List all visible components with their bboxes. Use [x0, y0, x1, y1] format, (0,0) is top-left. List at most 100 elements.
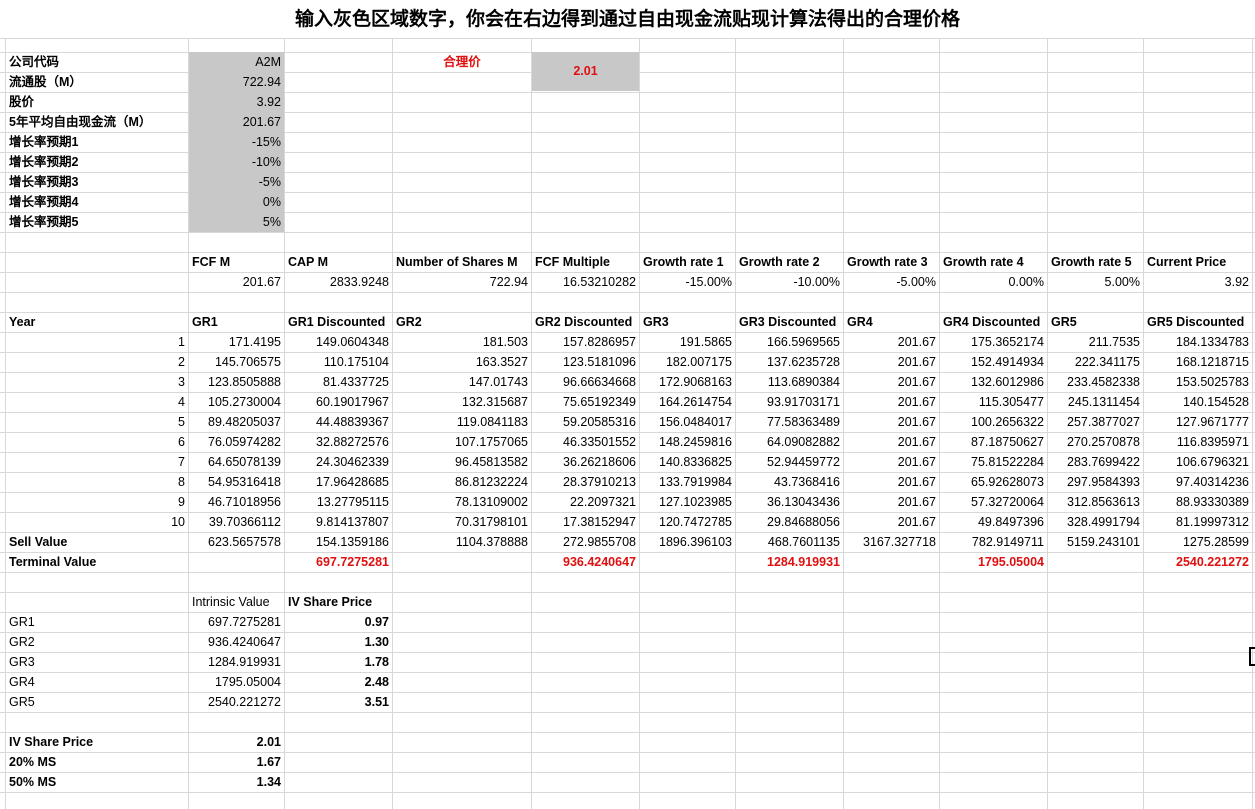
projection-value[interactable]: 123.8505888 [189, 372, 284, 392]
projection-value[interactable]: 100.2656322 [940, 412, 1047, 432]
projection-header[interactable]: GR4 Discounted [940, 312, 1047, 332]
projection-value[interactable]: 17.38152947 [532, 512, 639, 532]
projection-value[interactable]: 201.67 [844, 472, 939, 492]
projection-value[interactable]: 132.315687 [393, 392, 531, 412]
iv-share-price[interactable]: 3.51 [285, 692, 392, 712]
terminal-value[interactable]: 697.7275281 [285, 552, 392, 572]
projection-value[interactable]: 54.95316418 [189, 472, 284, 492]
summary-header[interactable]: Growth rate 5 [1048, 252, 1143, 272]
summary-value[interactable]: 16.53210282 [532, 272, 639, 292]
projection-value[interactable]: 132.6012986 [940, 372, 1047, 392]
projection-value[interactable]: 140.154528 [1144, 392, 1252, 412]
intrinsic-value[interactable]: 2540.221272 [189, 692, 284, 712]
projection-value[interactable]: 181.503 [393, 332, 531, 352]
projection-header[interactable]: GR5 [1048, 312, 1143, 332]
projection-value[interactable]: 32.88272576 [285, 432, 392, 452]
projection-value[interactable]: 175.3652174 [940, 332, 1047, 352]
fair-price-label[interactable]: 合理价 [393, 52, 531, 91]
projection-value[interactable]: 76.05974282 [189, 432, 284, 452]
summary-header[interactable]: Current Price [1144, 252, 1252, 272]
projection-value[interactable]: 87.18750627 [940, 432, 1047, 452]
intrinsic-header[interactable]: IV Share Price [285, 592, 392, 612]
year-cell[interactable]: 3 [6, 372, 188, 392]
intrinsic-value[interactable]: 1284.919931 [189, 652, 284, 672]
projection-value[interactable]: 184.1334783 [1144, 332, 1252, 352]
intrinsic-header[interactable]: Intrinsic Value [189, 592, 284, 612]
input-label[interactable]: 5年平均自由现金流（M） [6, 112, 188, 132]
input-value-cell[interactable]: -15% [189, 132, 284, 152]
intrinsic-row-label[interactable]: GR2 [6, 632, 188, 652]
projection-value[interactable]: 59.20585316 [532, 412, 639, 432]
projection-value[interactable]: 75.65192349 [532, 392, 639, 412]
input-value-cell[interactable]: 722.94 [189, 72, 284, 92]
summary-value[interactable]: 201.67 [189, 272, 284, 292]
terminal-value[interactable]: 2540.221272 [1144, 552, 1252, 572]
projection-value[interactable]: 49.8497396 [940, 512, 1047, 532]
projection-value[interactable]: 39.70366112 [189, 512, 284, 532]
input-label[interactable]: 公司代码 [6, 52, 188, 72]
projection-value[interactable]: 52.94459772 [736, 452, 843, 472]
projection-value[interactable]: 201.67 [844, 432, 939, 452]
summary-header[interactable]: FCF M [189, 252, 284, 272]
sell-value[interactable]: 1896.396103 [640, 532, 735, 552]
input-label[interactable]: 增长率预期4 [6, 192, 188, 212]
input-label[interactable]: 增长率预期3 [6, 172, 188, 192]
input-value-cell[interactable]: -5% [189, 172, 284, 192]
projection-value[interactable]: 22.2097321 [532, 492, 639, 512]
fair-price-value[interactable]: 2.01 [532, 52, 639, 91]
projection-value[interactable]: 168.1218715 [1144, 352, 1252, 372]
input-label[interactable]: 增长率预期5 [6, 212, 188, 232]
input-label[interactable]: 增长率预期2 [6, 152, 188, 172]
projection-value[interactable]: 163.3527 [393, 352, 531, 372]
projection-value[interactable]: 149.0604348 [285, 332, 392, 352]
sell-value[interactable]: 272.9855708 [532, 532, 639, 552]
projection-value[interactable]: 182.007175 [640, 352, 735, 372]
summary-value[interactable]: -15.00% [640, 272, 735, 292]
projection-value[interactable]: 28.37910213 [532, 472, 639, 492]
projection-value[interactable]: 78.13109002 [393, 492, 531, 512]
projection-value[interactable]: 133.7919984 [640, 472, 735, 492]
projection-value[interactable]: 110.175104 [285, 352, 392, 372]
spreadsheet-grid[interactable]: 公司代码 A2M 流通股（M） 722.94 股价 3.92 5年平均自由现金流（M） 201… [0, 0, 1255, 809]
intrinsic-row-label[interactable]: GR4 [6, 672, 188, 692]
projection-value[interactable]: 29.84688056 [736, 512, 843, 532]
projection-value[interactable]: 297.9584393 [1048, 472, 1143, 492]
projection-value[interactable]: 123.5181096 [532, 352, 639, 372]
summary-value[interactable]: -5.00% [844, 272, 939, 292]
intrinsic-value[interactable]: 697.7275281 [189, 612, 284, 632]
summary-value[interactable]: 2833.9248 [285, 272, 392, 292]
projection-value[interactable]: 245.1311454 [1048, 392, 1143, 412]
projection-value[interactable]: 148.2459816 [640, 432, 735, 452]
projection-value[interactable]: 119.0841183 [393, 412, 531, 432]
projection-value[interactable]: 13.27795115 [285, 492, 392, 512]
projection-value[interactable]: 96.66634668 [532, 372, 639, 392]
projection-value[interactable]: 107.1757065 [393, 432, 531, 452]
projection-value[interactable]: 233.4582338 [1048, 372, 1143, 392]
sell-value[interactable]: 154.1359186 [285, 532, 392, 552]
summary-value[interactable]: 0.00% [940, 272, 1047, 292]
projection-value[interactable]: 164.2614754 [640, 392, 735, 412]
projection-value[interactable]: 86.81232224 [393, 472, 531, 492]
input-label[interactable]: 股价 [6, 92, 188, 112]
projection-value[interactable]: 312.8563613 [1048, 492, 1143, 512]
summary-header[interactable]: CAP M [285, 252, 392, 272]
projection-value[interactable]: 64.65078139 [189, 452, 284, 472]
projection-value[interactable]: 70.31798101 [393, 512, 531, 532]
projection-value[interactable]: 152.4914934 [940, 352, 1047, 372]
sell-value[interactable]: 5159.243101 [1048, 532, 1143, 552]
projection-value[interactable]: 211.7535 [1048, 332, 1143, 352]
projection-value[interactable]: 17.96428685 [285, 472, 392, 492]
projection-value[interactable]: 24.30462339 [285, 452, 392, 472]
input-value-cell[interactable]: 3.92 [189, 92, 284, 112]
projection-value[interactable]: 46.71018956 [189, 492, 284, 512]
projection-value[interactable]: 201.67 [844, 392, 939, 412]
projection-value[interactable]: 97.40314236 [1144, 472, 1252, 492]
terminal-value[interactable]: 936.4240647 [532, 552, 639, 572]
terminal-value[interactable]: 1284.919931 [736, 552, 843, 572]
projection-value[interactable]: 105.2730004 [189, 392, 284, 412]
intrinsic-value[interactable]: 1795.05004 [189, 672, 284, 692]
intrinsic-row-label[interactable]: GR1 [6, 612, 188, 632]
year-cell[interactable]: 9 [6, 492, 188, 512]
projection-header[interactable]: GR5 Discounted [1144, 312, 1252, 332]
projection-value[interactable]: 44.48839367 [285, 412, 392, 432]
